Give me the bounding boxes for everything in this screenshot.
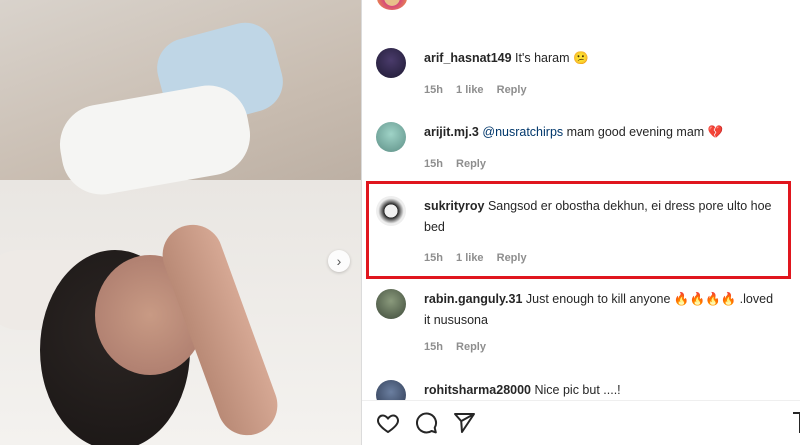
comment-body: Nice pic but ....!	[534, 383, 621, 397]
panel-divider	[361, 0, 362, 445]
comment-time: 15h	[424, 84, 443, 96]
comment-time: 15h	[424, 341, 443, 353]
reply-button[interactable]: Reply	[497, 84, 527, 96]
next-image-button[interactable]: ›	[328, 250, 350, 272]
comment-meta: 15h Reply	[424, 158, 496, 170]
share-icon[interactable]	[452, 411, 476, 440]
comment-text: rabin.ganguly.31 Just enough to kill any…	[424, 289, 779, 331]
comment-icon[interactable]	[414, 411, 438, 440]
bookmark-icon[interactable]	[792, 411, 800, 440]
emoji: 💔	[707, 125, 724, 139]
poster-avatar[interactable]	[377, 0, 407, 10]
comment-username[interactable]: arijit.mj.3	[424, 125, 479, 139]
comment-username[interactable]: arif_hasnat149	[424, 51, 512, 65]
comment-body: It's haram	[515, 51, 570, 65]
reply-button[interactable]: Reply	[456, 158, 486, 170]
comment-text: rohitsharma28000 Nice pic but ....!	[424, 380, 779, 401]
comment-likes[interactable]: 1 like	[456, 84, 484, 96]
post-actions-bar	[362, 400, 800, 446]
comment-text: arijit.mj.3 @nusratchirps mam good eveni…	[424, 122, 779, 143]
comment-meta: 15h Reply	[424, 341, 496, 353]
avatar[interactable]	[376, 48, 406, 78]
comment-username[interactable]: rabin.ganguly.31	[424, 292, 522, 306]
comment-mention[interactable]: @nusratchirps	[482, 125, 563, 139]
emoji: 😕	[573, 51, 589, 65]
comment-time: 15h	[424, 158, 443, 170]
reply-button[interactable]: Reply	[456, 341, 486, 353]
heart-icon[interactable]	[376, 411, 400, 440]
chevron-right-icon: ›	[336, 253, 342, 269]
comment-body: Just enough to kill anyone	[525, 292, 671, 306]
highlight-box	[366, 181, 791, 279]
comment-text: arif_hasnat149 It's haram 😕	[424, 48, 779, 69]
comment-body: mam good evening mam	[566, 125, 705, 139]
comment-username[interactable]: rohitsharma28000	[424, 383, 531, 397]
post-image: ›	[0, 0, 361, 445]
avatar[interactable]	[376, 122, 406, 152]
emoji: 🔥🔥🔥🔥	[673, 292, 737, 306]
comment-meta: 15h 1 like Reply	[424, 84, 537, 96]
avatar[interactable]	[376, 289, 406, 319]
